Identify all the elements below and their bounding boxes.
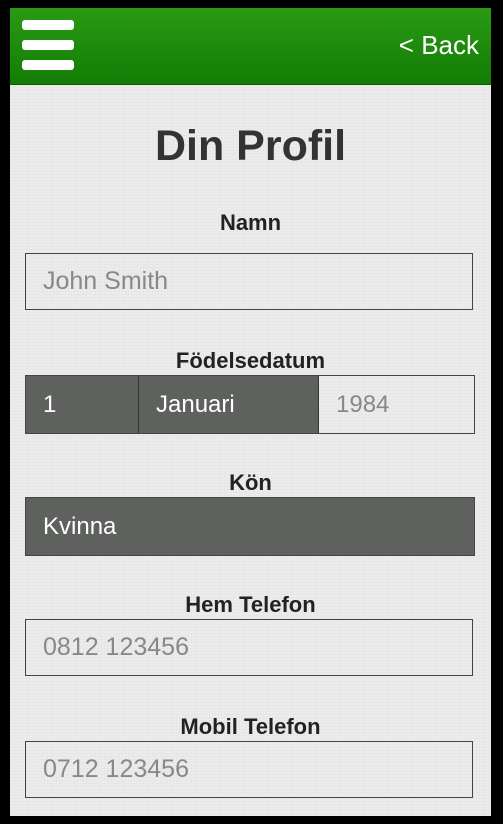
gender-label: Kön [229, 470, 272, 495]
app-frame: < Back Din Profil Namn John Smith Födels… [10, 8, 491, 816]
birthdate-year-input[interactable]: 1984 [319, 376, 474, 433]
name-input-placeholder: John Smith [43, 267, 169, 295]
birthdate-field-group: 1 Januari 1984 [25, 375, 475, 434]
mobile-phone-input[interactable]: 0712 123456 [25, 741, 473, 798]
mobile-phone-label: Mobil Telefon [180, 714, 321, 739]
home-phone-label: Hem Telefon [185, 592, 316, 617]
birthdate-year-placeholder: 1984 [336, 390, 390, 418]
gender-select[interactable]: Kvinna [25, 497, 475, 556]
mobile-phone-placeholder: 0712 123456 [43, 755, 189, 783]
home-phone-input[interactable]: 0812 123456 [25, 619, 473, 676]
top-bar: < Back [10, 8, 491, 85]
birthdate-label: Födelsedatum [175, 348, 326, 373]
birthdate-month-select[interactable]: Januari [139, 376, 319, 433]
name-input[interactable]: John Smith [25, 253, 473, 310]
page-title: Din Profil [154, 122, 347, 170]
birthdate-day-select[interactable]: 1 [26, 376, 139, 433]
name-label: Namn [219, 210, 282, 235]
hamburger-menu-icon[interactable] [22, 20, 74, 72]
home-phone-placeholder: 0812 123456 [43, 633, 189, 661]
back-button[interactable]: < Back [399, 30, 479, 60]
